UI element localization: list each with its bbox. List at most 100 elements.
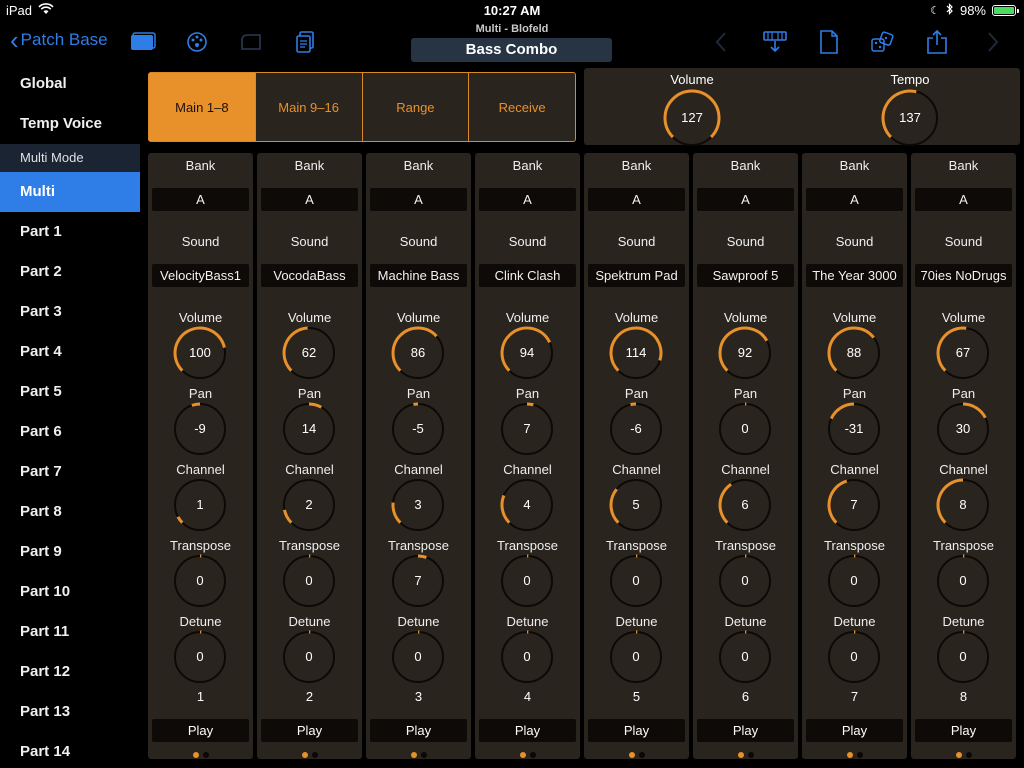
volume-knob[interactable]: 92 xyxy=(717,325,773,381)
volume-knob[interactable]: 86 xyxy=(390,325,446,381)
transpose-knob[interactable]: 0 xyxy=(499,553,555,609)
detune-knob[interactable]: 0 xyxy=(390,629,446,685)
transpose-knob[interactable]: 0 xyxy=(826,553,882,609)
sidebar-item-part-13[interactable]: Part 13 xyxy=(0,692,140,732)
detune-knob[interactable]: 0 xyxy=(172,629,228,685)
master-volume-knob[interactable]: 127 xyxy=(662,88,722,148)
play-button[interactable]: Play xyxy=(261,719,358,742)
volume-label: Volume xyxy=(396,310,441,325)
sound-select[interactable]: VocodaBass xyxy=(261,264,358,287)
sidebar-item-part-1[interactable]: Part 1 xyxy=(0,212,140,252)
pan-knob[interactable]: -6 xyxy=(608,401,664,457)
bank-select[interactable]: A xyxy=(697,188,794,211)
detune-knob[interactable]: 0 xyxy=(608,629,664,685)
sidebar-item-part-10[interactable]: Part 10 xyxy=(0,572,140,612)
bank-select[interactable]: A xyxy=(261,188,358,211)
sidebar-item-part-11[interactable]: Part 11 xyxy=(0,612,140,652)
pan-knob[interactable]: 30 xyxy=(935,401,991,457)
sidebar-item-part-12[interactable]: Part 12 xyxy=(0,652,140,692)
channel-knob[interactable]: 2 xyxy=(281,477,337,533)
sidebar-item-part-6[interactable]: Part 6 xyxy=(0,412,140,452)
bank-select[interactable]: A xyxy=(915,188,1012,211)
bank-select[interactable]: A xyxy=(588,188,685,211)
master-tempo-knob[interactable]: 137 xyxy=(880,88,940,148)
transpose-knob[interactable]: 0 xyxy=(281,553,337,609)
volume-knob[interactable]: 94 xyxy=(499,325,555,381)
dice-icon[interactable] xyxy=(870,29,896,55)
sound-select[interactable]: Clink Clash xyxy=(479,264,576,287)
channel-knob[interactable]: 3 xyxy=(390,477,446,533)
tab-main-1-8[interactable]: Main 1–8 xyxy=(149,73,256,141)
sidebar-item-part-5[interactable]: Part 5 xyxy=(0,372,140,412)
volume-knob[interactable]: 114 xyxy=(608,325,664,381)
play-button[interactable]: Play xyxy=(697,719,794,742)
detune-knob[interactable]: 0 xyxy=(281,629,337,685)
palette-icon[interactable] xyxy=(184,29,210,55)
sidebar-item-multi[interactable]: Multi xyxy=(0,172,140,212)
transpose-knob[interactable]: 0 xyxy=(172,553,228,609)
bank-select[interactable]: A xyxy=(479,188,576,211)
pan-knob[interactable]: 14 xyxy=(281,401,337,457)
volume-knob[interactable]: 62 xyxy=(281,325,337,381)
pan-label: Pan xyxy=(406,386,431,401)
sidebar-item-part-8[interactable]: Part 8 xyxy=(0,492,140,532)
detune-knob[interactable]: 0 xyxy=(717,629,773,685)
transpose-knob[interactable]: 0 xyxy=(717,553,773,609)
sidebar-item-part-3[interactable]: Part 3 xyxy=(0,292,140,332)
pan-knob[interactable]: -31 xyxy=(826,401,882,457)
sidebar-item-part-7[interactable]: Part 7 xyxy=(0,452,140,492)
pan-knob[interactable]: 0 xyxy=(717,401,773,457)
sidebar-item-part-2[interactable]: Part 2 xyxy=(0,252,140,292)
copy-icon[interactable] xyxy=(292,29,318,55)
play-button[interactable]: Play xyxy=(370,719,467,742)
bank-select[interactable]: A xyxy=(370,188,467,211)
volume-knob[interactable]: 67 xyxy=(935,325,991,381)
pan-knob[interactable]: 7 xyxy=(499,401,555,457)
pan-knob[interactable]: -5 xyxy=(390,401,446,457)
sound-select[interactable]: Machine Bass xyxy=(370,264,467,287)
play-button[interactable]: Play xyxy=(806,719,903,742)
channel-knob[interactable]: 6 xyxy=(717,477,773,533)
pan-knob[interactable]: -9 xyxy=(172,401,228,457)
channel-knob[interactable]: 4 xyxy=(499,477,555,533)
sound-select[interactable]: Sawproof 5 xyxy=(697,264,794,287)
sidebar-item-part-9[interactable]: Part 9 xyxy=(0,532,140,572)
transpose-knob[interactable]: 7 xyxy=(390,553,446,609)
bank-select[interactable]: A xyxy=(152,188,249,211)
channel-knob[interactable]: 5 xyxy=(608,477,664,533)
download-icon[interactable] xyxy=(762,29,788,55)
folder-icon[interactable] xyxy=(130,29,156,55)
play-button[interactable]: Play xyxy=(152,719,249,742)
sidebar-item-temp-voice[interactable]: Temp Voice xyxy=(0,104,140,144)
volume-knob[interactable]: 88 xyxy=(826,325,882,381)
sound-select[interactable]: Spektrum Pad xyxy=(588,264,685,287)
back-button[interactable]: ‹ Patch Base xyxy=(10,27,108,53)
detune-knob[interactable]: 0 xyxy=(935,629,991,685)
sidebar-item-part-14[interactable]: Part 14 xyxy=(0,732,140,768)
tab-receive[interactable]: Receive xyxy=(469,73,575,141)
document-icon[interactable] xyxy=(816,29,842,55)
transpose-knob[interactable]: 0 xyxy=(608,553,664,609)
channel-knob[interactable]: 7 xyxy=(826,477,882,533)
sidebar-item-global[interactable]: Global xyxy=(0,64,140,104)
bank-select[interactable]: A xyxy=(806,188,903,211)
sidebar-item-part-4[interactable]: Part 4 xyxy=(0,332,140,372)
volume-knob[interactable]: 100 xyxy=(172,325,228,381)
transpose-knob[interactable]: 0 xyxy=(935,553,991,609)
detune-label: Detune xyxy=(288,614,331,629)
sound-select[interactable]: VelocityBass1 xyxy=(152,264,249,287)
tab-range[interactable]: Range xyxy=(363,73,470,141)
sound-select[interactable]: 70ies NoDrugs xyxy=(915,264,1012,287)
share-icon[interactable] xyxy=(924,29,950,55)
channel-knob[interactable]: 8 xyxy=(935,477,991,533)
detune-knob[interactable]: 0 xyxy=(499,629,555,685)
play-button[interactable]: Play xyxy=(479,719,576,742)
play-button[interactable]: Play xyxy=(915,719,1012,742)
detune-knob[interactable]: 0 xyxy=(826,629,882,685)
pan-label: Pan xyxy=(842,386,867,401)
patch-name-field[interactable]: Bass Combo xyxy=(411,38,612,62)
sound-select[interactable]: The Year 3000 xyxy=(806,264,903,287)
play-button[interactable]: Play xyxy=(588,719,685,742)
channel-knob[interactable]: 1 xyxy=(172,477,228,533)
tab-main-9-16[interactable]: Main 9–16 xyxy=(256,73,363,141)
